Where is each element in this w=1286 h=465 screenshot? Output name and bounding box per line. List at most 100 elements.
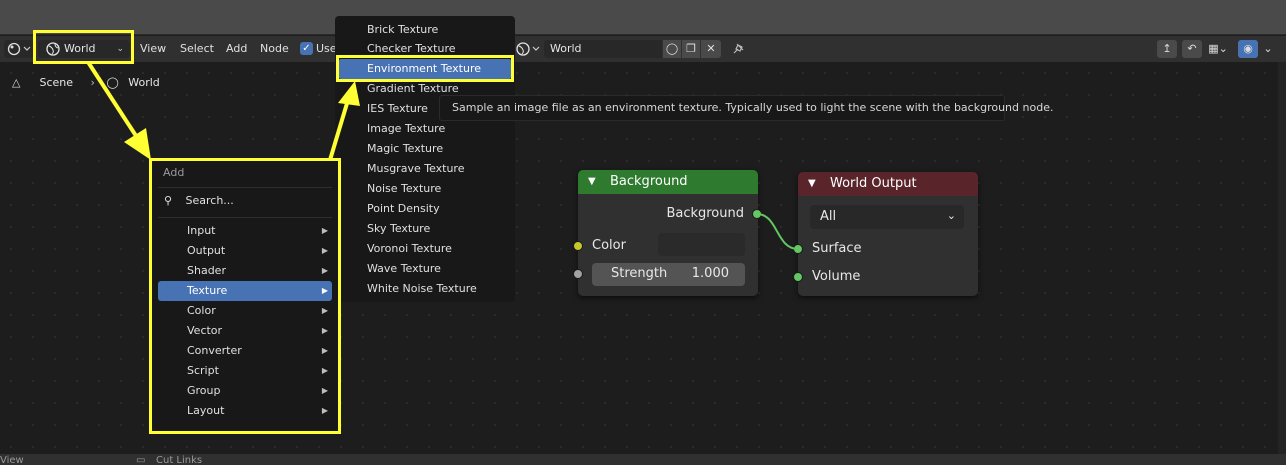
menu-item-label: Wave Texture (367, 262, 441, 275)
strength-label: Strength (611, 266, 668, 281)
target-dropdown[interactable]: All ⌄ (810, 205, 964, 229)
menu-item-color[interactable]: Color ▶ (158, 301, 332, 321)
texture-submenu: Brick Texture Checker Texture Environmen… (335, 16, 515, 302)
menu-item-label: Color (187, 304, 216, 317)
world-output-node[interactable]: ▼ World Output All ⌄ Surface Volume (798, 172, 978, 296)
strength-value: 1.000 (691, 266, 729, 281)
menu-item-label: Point Density (367, 202, 440, 215)
fake-user-shield-icon[interactable]: ◯ (663, 40, 681, 58)
menu-item-wave-texture[interactable]: Wave Texture (339, 259, 511, 279)
menu-add[interactable]: Add (226, 40, 247, 58)
menu-item-voronoi-texture[interactable]: Voronoi Texture (339, 239, 511, 259)
divider (158, 187, 332, 188)
menu-item-noise-texture[interactable]: Noise Texture (339, 179, 511, 199)
menu-item-checker-texture[interactable]: Checker Texture (339, 39, 511, 59)
volume-input-socket[interactable] (793, 272, 803, 282)
world-icon: ◯ (106, 76, 119, 89)
collapse-chevron-icon[interactable]: ▼ (808, 172, 816, 196)
collapse-chevron-icon[interactable]: ▼ (588, 170, 596, 194)
menu-item-label: Converter (187, 344, 242, 357)
menu-item-sky-texture[interactable]: Sky Texture (339, 219, 511, 239)
color-input-socket[interactable] (573, 241, 583, 251)
menu-node[interactable]: Node (260, 40, 289, 58)
world-output-node-header[interactable]: ▼ World Output (798, 172, 978, 196)
use-nodes-checkbox[interactable]: ✓ (300, 42, 313, 55)
target-value: All (820, 209, 837, 224)
menu-item-texture[interactable]: Texture ▶ (158, 281, 332, 301)
menu-item-converter[interactable]: Converter ▶ (158, 341, 332, 361)
strength-field[interactable]: Strength 1.000 (592, 263, 745, 286)
color-swatch[interactable] (658, 233, 745, 256)
status-bar: View ▭ Cut Links (0, 454, 1286, 465)
world-browse-icon[interactable] (514, 40, 542, 58)
status-view-label: View (0, 455, 24, 465)
use-nodes-label: Use (316, 42, 337, 55)
menu-item-label: Magic Texture (367, 142, 444, 155)
menu-search[interactable]: ⚲ Search... (164, 192, 234, 210)
divider (158, 217, 332, 218)
menu-item-label: Shader (187, 264, 226, 277)
duplicate-icon[interactable]: ❐ (682, 40, 700, 58)
menu-item-group[interactable]: Group ▶ (158, 381, 332, 401)
menu-item-label: Image Texture (367, 122, 446, 135)
menu-view[interactable]: View (140, 40, 166, 58)
menu-item-shader[interactable]: Shader ▶ (158, 261, 332, 281)
node-editor-icon (7, 42, 31, 56)
background-output-socket[interactable] (752, 209, 762, 219)
submenu-arrow-icon: ▶ (321, 386, 328, 395)
menu-item-image-texture[interactable]: Image Texture (339, 119, 511, 139)
menu-item-label: Environment Texture (367, 62, 482, 75)
world-name-field[interactable]: World (544, 40, 662, 58)
surface-input-socket[interactable] (793, 244, 803, 254)
submenu-arrow-icon: ▶ (321, 406, 328, 415)
menu-item-input[interactable]: Input ▶ (158, 221, 332, 241)
menu-item-label: Layout (187, 404, 225, 417)
background-output-label: Background (666, 206, 744, 221)
snap-icon[interactable]: ↶ (1182, 40, 1202, 58)
search-icon: ⚲ (164, 194, 173, 207)
editor-type-dropdown[interactable] (4, 40, 34, 58)
menu-item-vector[interactable]: Vector ▶ (158, 321, 332, 341)
background-node[interactable]: ▼ Background Background Color Strength 1… (578, 170, 758, 296)
scene-icon: △ (12, 76, 21, 89)
submenu-arrow-icon: ▶ (321, 266, 328, 275)
overlays-icon[interactable]: ◉ (1238, 40, 1258, 58)
breadcrumb-scene: Scene (39, 76, 74, 89)
world-icon (46, 42, 60, 56)
pin-icon[interactable] (729, 40, 747, 58)
menu-select[interactable]: Select (180, 40, 214, 58)
menu-item-brick-texture[interactable]: Brick Texture (339, 20, 511, 40)
menu-item-label: White Noise Texture (367, 282, 477, 295)
close-icon[interactable]: ✕ (701, 40, 721, 58)
breadcrumb-separator-icon: › (90, 76, 95, 89)
menu-item-label: Noise Texture (367, 182, 442, 195)
menu-item-magic-texture[interactable]: Magic Texture (339, 139, 511, 159)
shader-type-dropdown[interactable]: World ⌄ (38, 40, 130, 58)
menu-item-label: Musgrave Texture (367, 162, 465, 175)
menu-item-point-density[interactable]: Point Density (339, 199, 511, 219)
menu-item-label: Voronoi Texture (367, 242, 452, 255)
menu-item-white-noise-texture[interactable]: White Noise Texture (339, 279, 511, 299)
snap-target-dropdown[interactable]: ▦⌄ (1204, 40, 1232, 58)
submenu-arrow-icon: ▶ (321, 346, 328, 355)
surface-input-label: Surface (812, 241, 862, 256)
menu-item-environment-texture[interactable]: Environment Texture (339, 59, 511, 79)
top-area-strip (0, 0, 1286, 35)
menu-item-label: Output (187, 244, 226, 257)
menu-item-label: Input (187, 224, 216, 237)
search-label: Search... (185, 194, 234, 207)
menu-item-output[interactable]: Output ▶ (158, 241, 332, 261)
menu-item-label: IES Texture (367, 102, 428, 115)
menu-item-script[interactable]: Script ▶ (158, 361, 332, 381)
background-node-header[interactable]: ▼ Background (578, 170, 758, 194)
menu-item-label: Brick Texture (367, 23, 439, 36)
add-menu-title: Add (163, 166, 185, 179)
menu-item-musgrave-texture[interactable]: Musgrave Texture (339, 159, 511, 179)
menu-item-layout[interactable]: Layout ▶ (158, 401, 332, 421)
world-name-value: World (550, 42, 582, 55)
parent-node-tree-icon[interactable]: ↥ (1157, 40, 1177, 58)
vertical-scrollbar[interactable] (1278, 62, 1286, 454)
strength-input-socket[interactable] (573, 269, 583, 279)
overlays-dropdown[interactable]: ⌄ (1259, 40, 1277, 58)
shader-type-label: World (64, 42, 96, 55)
